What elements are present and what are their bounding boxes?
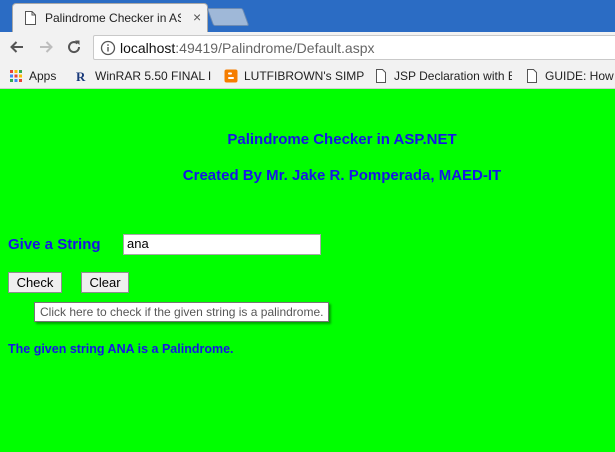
bookmark-apps[interactable]: Apps [9, 67, 56, 85]
url-text: localhost:49419/Palindrome/Default.aspx [120, 40, 375, 56]
blogger-icon [224, 69, 238, 83]
winrar-icon: R [76, 69, 86, 83]
bookmark-label: GUIDE: How [545, 69, 614, 83]
page-icon [527, 69, 537, 83]
string-label: Give a String [8, 236, 101, 253]
forward-button[interactable] [35, 36, 57, 58]
bookmark-jsp[interactable]: JSP Declaration with E [374, 67, 512, 85]
page-icon [376, 69, 386, 83]
svg-text:R: R [76, 69, 86, 83]
url-path: :49419/Palindrome/Default.aspx [175, 40, 375, 56]
bookmark-label: WinRAR 5.50 FINAL I [95, 69, 212, 83]
back-arrow-icon [10, 41, 23, 53]
result-message: The given string ANA is a Palindrome. [8, 342, 234, 356]
info-icon[interactable] [100, 40, 116, 56]
author-line: Created By Mr. Jake R. Pomperada, MAED-I… [182, 167, 502, 184]
bookmark-label: LUTFIBROWN's SIMP [244, 69, 364, 83]
reload-button[interactable] [63, 36, 85, 58]
bookmark-label: JSP Declaration with E [394, 69, 512, 83]
new-tab-button[interactable] [206, 8, 250, 26]
bookmark-winrar[interactable]: R WinRAR 5.50 FINAL I [75, 67, 221, 85]
apps-grid-icon [10, 70, 22, 82]
bookmarks-bar: Apps R WinRAR 5.50 FINAL I LUTFIBROWN's … [0, 62, 615, 89]
page-title: Palindrome Checker in ASP.NET [227, 131, 457, 148]
close-tab-icon[interactable]: × [193, 9, 201, 25]
page-icon [25, 11, 36, 25]
address-bar[interactable]: localhost:49419/Palindrome/Default.aspx [93, 35, 615, 60]
page-content: Palindrome Checker in ASP.NET Created By… [0, 90, 615, 452]
tab-title: Palindrome Checker in ASP.NET [45, 11, 181, 25]
check-button[interactable]: Check [8, 272, 62, 293]
back-button[interactable] [6, 36, 28, 58]
reload-icon [68, 40, 81, 54]
browser-toolbar: localhost:49419/Palindrome/Default.aspx [0, 32, 615, 62]
bookmark-guide[interactable]: GUIDE: How [525, 67, 615, 85]
tab-strip: Palindrome Checker in ASP.NET × [0, 0, 615, 32]
browser-tab[interactable]: Palindrome Checker in ASP.NET × [12, 3, 208, 32]
bookmark-blogger[interactable]: LUTFIBROWN's SIMP [224, 67, 364, 85]
forward-arrow-icon [40, 41, 53, 53]
clear-button[interactable]: Clear [81, 272, 129, 293]
bookmark-label: Apps [29, 69, 57, 83]
url-host: localhost [120, 40, 176, 56]
string-input[interactable]: ana [123, 234, 321, 255]
check-tooltip: Click here to check if the given string … [34, 302, 330, 322]
